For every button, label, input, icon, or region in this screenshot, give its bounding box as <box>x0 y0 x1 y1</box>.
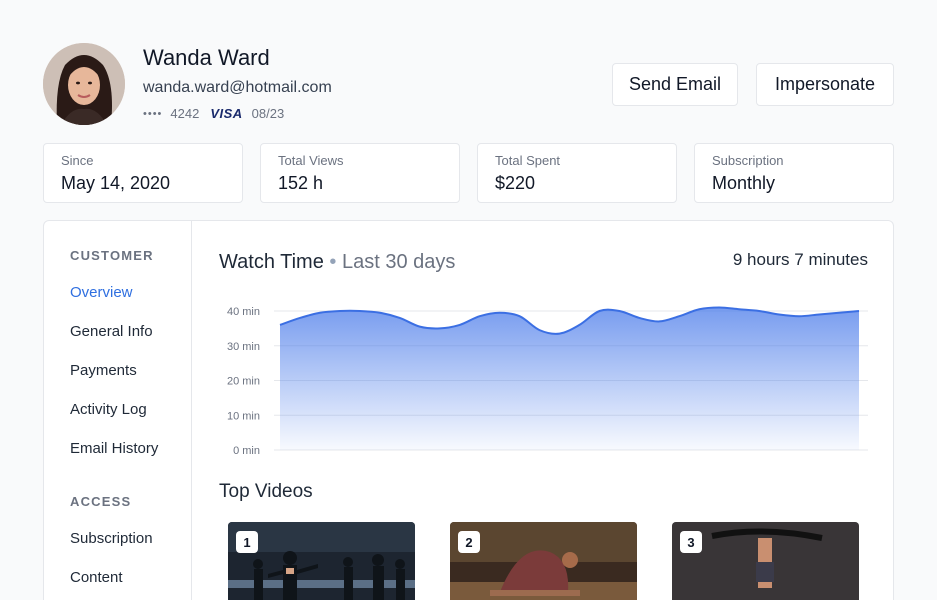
card-last4: 4242 <box>170 106 200 121</box>
stat-subscription: Subscription Monthly <box>694 143 894 203</box>
stat-value: $220 <box>495 173 536 193</box>
sidebar-item-email-history[interactable]: Email History <box>70 440 158 457</box>
stat-label: Since <box>61 153 94 168</box>
y-tick-label: 30 min <box>227 341 260 353</box>
stat-label: Total Views <box>278 153 344 168</box>
chart-title: Watch Time • Last 30 days <box>219 251 455 274</box>
rank-badge: 2 <box>458 531 480 553</box>
y-tick-label: 40 min <box>227 306 260 318</box>
customer-email: wanda.ward@hotmail.com <box>143 79 332 96</box>
sidebar-item-overview[interactable]: Overview <box>70 284 133 301</box>
rank-badge: 1 <box>236 531 258 553</box>
stat-value: 152 h <box>278 173 324 193</box>
chart-period: Last 30 days <box>341 251 456 273</box>
sidebar-heading-customer: CUSTOMER <box>70 248 154 263</box>
stat-label: Subscription <box>712 153 784 168</box>
video-thumbnail-2[interactable]: 2 <box>450 522 637 600</box>
y-tick-label: 0 min <box>233 445 260 457</box>
visa-icon: VISA <box>210 106 243 121</box>
sidebar-item-subscription[interactable]: Subscription <box>70 530 153 547</box>
top-videos-title: Top Videos <box>219 481 313 502</box>
y-tick-label: 20 min <box>227 376 260 388</box>
video-thumbnail-1[interactable]: 1 <box>228 522 415 600</box>
avatar-photo <box>43 43 125 125</box>
title-separator: • <box>329 251 337 273</box>
sidebar-item-general-info[interactable]: General Info <box>70 323 153 340</box>
customer-detail-panel: CUSTOMER Overview General Info Payments … <box>43 220 894 600</box>
stat-value: May 14, 2020 <box>61 173 171 193</box>
impersonate-button[interactable]: Impersonate <box>756 63 894 106</box>
stat-total-views: Total Views 152 h <box>260 143 460 203</box>
card-mask: •••• <box>143 107 163 120</box>
y-tick-label: 10 min <box>227 410 260 422</box>
stat-value: Monthly <box>712 173 776 193</box>
stat-since: Since May 14, 2020 <box>43 143 243 203</box>
card-expiry: 08/23 <box>251 106 285 121</box>
watch-time-total: 9 hours 7 minutes <box>732 250 868 269</box>
sidebar-item-content[interactable]: Content <box>70 569 123 586</box>
video-thumbnail-3[interactable]: 3 <box>672 522 859 600</box>
chart-area <box>280 307 859 450</box>
send-email-button[interactable]: Send Email <box>612 63 738 106</box>
rank-badge: 3 <box>680 531 702 553</box>
sidebar: CUSTOMER Overview General Info Payments … <box>44 221 192 600</box>
stat-label: Total Spent <box>495 153 561 168</box>
sidebar-item-payments[interactable]: Payments <box>70 362 137 379</box>
sidebar-item-activity-log[interactable]: Activity Log <box>70 401 147 418</box>
stat-total-spent: Total Spent $220 <box>477 143 677 203</box>
avatar <box>43 43 125 125</box>
watch-time-chart: 0 min 10 min 20 min 30 min 40 min <box>227 306 868 457</box>
sidebar-heading-access: ACCESS <box>70 494 132 509</box>
customer-name: Wanda Ward <box>143 45 270 70</box>
chart-title-text: Watch Time <box>219 251 324 273</box>
payment-card: •••• 4242 VISA 08/23 <box>143 106 284 121</box>
